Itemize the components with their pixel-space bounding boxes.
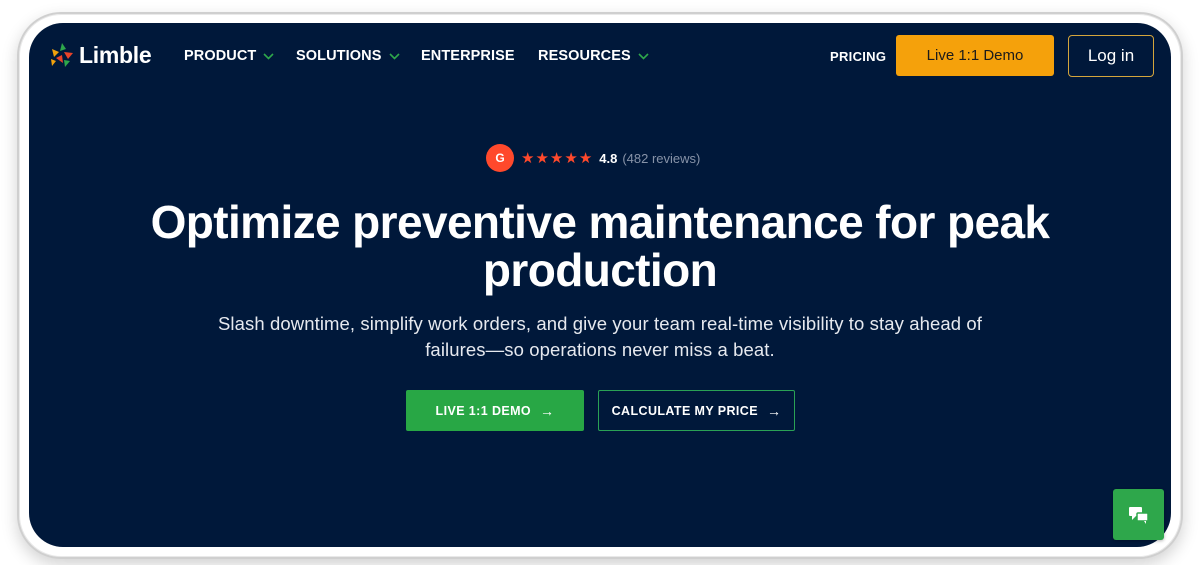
calculate-price-label: CALCULATE MY PRICE bbox=[611, 403, 758, 418]
star-icon: ★ bbox=[535, 149, 549, 167]
chevron-down-icon bbox=[263, 53, 274, 60]
chat-icon bbox=[1128, 506, 1149, 524]
g2-badge-letter: G bbox=[495, 151, 505, 165]
hero-headline: Optimize preventive maintenance for peak… bbox=[29, 198, 1171, 294]
page-viewport: Limble PRODUCT SOLUTIONS ENTERPRISE RESO… bbox=[29, 23, 1171, 547]
primary-demo-button[interactable]: LIVE 1:1 DEMO → bbox=[406, 390, 584, 431]
hero-cta-group: LIVE 1:1 DEMO → CALCULATE MY PRICE → bbox=[406, 390, 795, 431]
nav-resources[interactable]: RESOURCES bbox=[538, 48, 649, 64]
g2-logo-icon: G bbox=[486, 144, 514, 172]
star-icon: ★ bbox=[564, 149, 578, 167]
live-demo-button[interactable]: Live 1:1 Demo bbox=[896, 35, 1054, 76]
calculate-price-button[interactable]: CALCULATE MY PRICE → bbox=[598, 390, 795, 431]
g2-rating[interactable]: G ★ ★ ★ ★ ★ 4.8 (482 reviews) bbox=[486, 144, 700, 172]
primary-demo-label: LIVE 1:1 DEMO bbox=[435, 403, 532, 418]
chat-widget-button[interactable] bbox=[1113, 489, 1164, 540]
hero-headline-line1: Optimize preventive maintenance for peak bbox=[150, 196, 1050, 248]
hero-subheading: Slash downtime, simplify work orders, an… bbox=[29, 311, 1171, 363]
nav-solutions-label: SOLUTIONS bbox=[296, 48, 382, 64]
nav-resources-label: RESOURCES bbox=[538, 48, 631, 64]
hero-headline-line2: production bbox=[482, 244, 718, 296]
hero-subheading-line2: failures—so operations never miss a beat… bbox=[425, 339, 775, 360]
star-icon: ★ bbox=[549, 149, 564, 167]
limble-logo-icon bbox=[51, 43, 73, 67]
chevron-down-icon bbox=[388, 53, 400, 60]
nav-enterprise-label: ENTERPRISE bbox=[421, 48, 515, 64]
rating-score: 4.8 bbox=[599, 150, 618, 166]
chevron-down-icon bbox=[638, 53, 649, 60]
arrow-right-icon: → bbox=[540, 402, 555, 419]
arrow-right-icon: → bbox=[766, 402, 782, 419]
hero-subheading-line1: Slash downtime, simplify work orders, an… bbox=[217, 313, 983, 334]
limble-logo[interactable]: Limble bbox=[48, 41, 152, 69]
rating-review-count: (482 reviews) bbox=[622, 150, 701, 166]
nav-solutions[interactable]: SOLUTIONS bbox=[296, 48, 400, 64]
star-icon: ★ bbox=[578, 149, 593, 167]
nav-pricing[interactable]: PRICING bbox=[830, 49, 886, 64]
star-icon: ★ bbox=[521, 149, 535, 167]
nav-product[interactable]: PRODUCT bbox=[184, 48, 274, 64]
brand-name: Limble bbox=[79, 41, 152, 68]
nav-product-label: PRODUCT bbox=[184, 48, 257, 64]
nav-enterprise[interactable]: ENTERPRISE bbox=[421, 48, 515, 64]
login-button[interactable]: Log in bbox=[1068, 35, 1154, 77]
